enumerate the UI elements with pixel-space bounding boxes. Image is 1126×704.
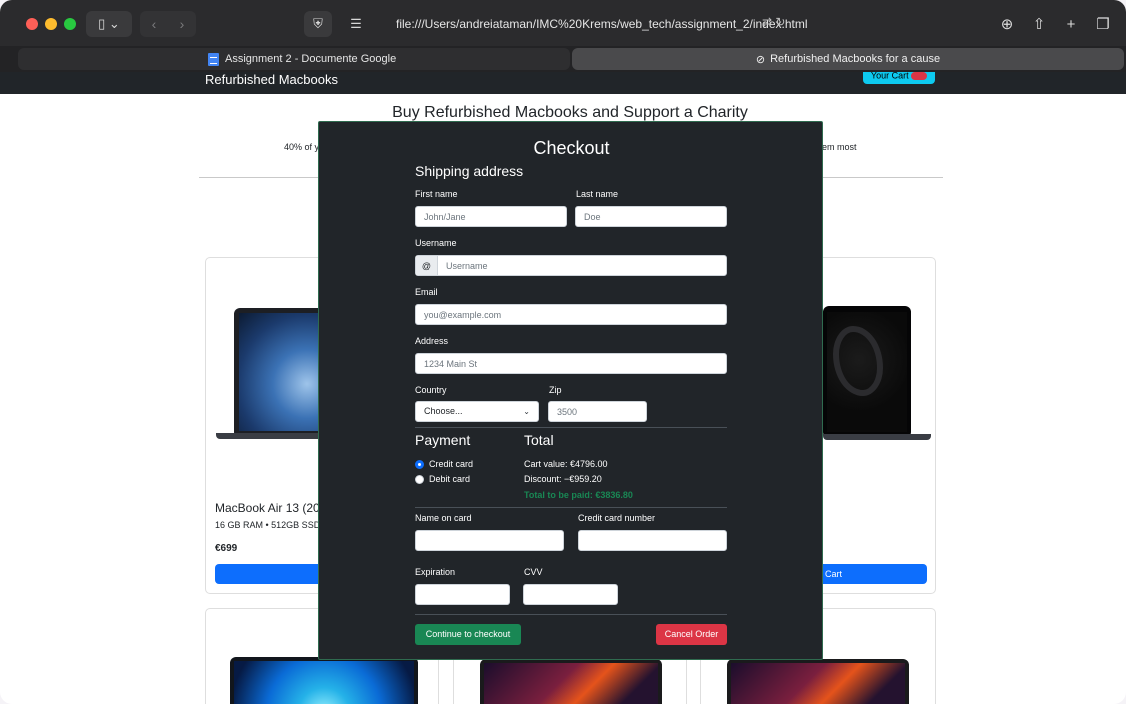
email-label: Email bbox=[415, 287, 438, 297]
lead-text-right: em most bbox=[822, 142, 857, 152]
last-name-field[interactable] bbox=[575, 206, 727, 227]
forward-icon[interactable]: › bbox=[168, 16, 196, 32]
cart-value: Cart value: €4796.00 bbox=[524, 459, 608, 469]
country-label: Country bbox=[415, 385, 447, 395]
debit-card-option[interactable]: Debit card bbox=[415, 474, 470, 484]
name-on-card-label: Name on card bbox=[415, 513, 472, 523]
expiration-field[interactable] bbox=[415, 584, 510, 605]
reload-icon[interactable]: ↻ bbox=[775, 15, 785, 29]
divider bbox=[415, 614, 727, 615]
browser-toolbar: ▯ ⌄ ‹ › ⛨ ☰ file:///Users/andreiataman/I… bbox=[0, 0, 1126, 46]
google-docs-icon bbox=[208, 52, 219, 66]
tab-label: Assignment 2 - Documente Google bbox=[225, 53, 397, 65]
address-field[interactable] bbox=[415, 353, 727, 374]
product-image bbox=[823, 306, 911, 438]
username-label: Username bbox=[415, 238, 457, 248]
address-bar[interactable]: file:///Users/andreiataman/IMC%20Krems/w… bbox=[396, 17, 808, 31]
cart-count-badge bbox=[911, 72, 928, 80]
cancel-order-button[interactable]: Cancel Order bbox=[656, 624, 727, 645]
product-image bbox=[234, 308, 324, 438]
site-brand[interactable]: Refurbished Macbooks bbox=[205, 72, 338, 87]
tab-google-docs[interactable]: Assignment 2 - Documente Google bbox=[18, 48, 570, 70]
radio-unselected[interactable] bbox=[415, 474, 424, 484]
divider bbox=[415, 427, 727, 428]
last-name-label: Last name bbox=[576, 189, 619, 199]
compass-icon: ⊘ bbox=[755, 53, 766, 66]
credit-card-option[interactable]: Credit card bbox=[415, 459, 473, 469]
tab-overview-icon[interactable]: ❐ bbox=[1092, 13, 1114, 35]
download-icon[interactable]: ⊕ bbox=[996, 13, 1018, 35]
translate-button[interactable]: ⛨ bbox=[304, 11, 332, 37]
discount-value: Discount: −€959.20 bbox=[524, 474, 602, 484]
first-name-label: First name bbox=[415, 189, 458, 199]
cart-label: Your Cart bbox=[870, 72, 909, 81]
page-title: Buy Refurbished Macbooks and Support a C… bbox=[392, 104, 748, 121]
product-image bbox=[727, 659, 909, 704]
continue-to-checkout-button[interactable]: Continue to checkout bbox=[415, 624, 521, 645]
page-menu-button[interactable]: ☰ bbox=[342, 11, 370, 37]
card-number-label: Credit card number bbox=[578, 513, 656, 523]
navigation-buttons: ‹ › bbox=[140, 11, 196, 37]
country-selected: Choose... bbox=[424, 406, 463, 416]
product-title: MacBook Air 13 (20 bbox=[215, 501, 320, 515]
zoom-window-button[interactable] bbox=[64, 18, 76, 30]
debit-card-label: Debit card bbox=[429, 474, 471, 484]
shipping-heading: Shipping address bbox=[415, 163, 524, 179]
at-sign-addon: @ bbox=[416, 256, 438, 275]
card-number-field[interactable] bbox=[578, 530, 727, 551]
tab-active[interactable]: ⊘ Refurbished Macbooks for a cause bbox=[572, 48, 1124, 70]
share-icon[interactable]: ⇧ bbox=[1028, 13, 1050, 35]
email-field[interactable] bbox=[415, 304, 727, 325]
toolbar-right: ⊕ ⇧ + ❐ bbox=[996, 13, 1114, 35]
total-heading: Total bbox=[524, 432, 554, 448]
close-window-button[interactable] bbox=[26, 18, 38, 30]
radio-selected[interactable] bbox=[415, 459, 424, 469]
product-image bbox=[230, 657, 418, 704]
product-price: €699 bbox=[215, 543, 238, 554]
country-select[interactable]: Choose... ⌄ bbox=[415, 401, 539, 422]
first-name-field[interactable] bbox=[415, 206, 567, 227]
zip-label: Zip bbox=[549, 385, 562, 395]
username-field[interactable] bbox=[438, 256, 726, 275]
back-icon[interactable]: ‹ bbox=[140, 16, 168, 32]
divider bbox=[415, 507, 727, 508]
sidebar-toggle-button[interactable]: ▯ ⌄ bbox=[86, 11, 132, 37]
modal-title: Checkout bbox=[533, 138, 610, 158]
zip-field[interactable] bbox=[548, 401, 647, 422]
site-navbar: Refurbished Macbooks Your Cart bbox=[0, 72, 1126, 94]
lead-text-left: 40% of y bbox=[284, 142, 320, 152]
chevron-down-icon: ⌄ bbox=[523, 407, 530, 416]
credit-card-label: Credit card bbox=[429, 459, 474, 469]
checkout-modal: Checkout Shipping address First name Las… bbox=[318, 121, 823, 660]
product-image bbox=[480, 659, 662, 704]
translate-page-icon[interactable]: ⇄ bbox=[762, 15, 772, 29]
name-on-card-field[interactable] bbox=[415, 530, 564, 551]
payment-heading: Payment bbox=[415, 432, 471, 448]
new-tab-icon[interactable]: + bbox=[1060, 13, 1082, 35]
address-label: Address bbox=[415, 336, 449, 346]
sidebar-icon: ▯ ⌄ bbox=[98, 16, 120, 31]
page-menu-icon: ☰ bbox=[350, 16, 362, 31]
browser-window: ▯ ⌄ ‹ › ⛨ ☰ file:///Users/andreiataman/I… bbox=[0, 0, 1126, 704]
tab-label: Refurbished Macbooks for a cause bbox=[770, 53, 941, 65]
translate-icon: ⛨ bbox=[313, 16, 323, 31]
minimize-window-button[interactable] bbox=[45, 18, 57, 30]
laptop-base bbox=[823, 434, 931, 440]
laptop-base bbox=[216, 433, 326, 439]
tab-bar: Assignment 2 - Documente Google ⊘ Refurb… bbox=[0, 46, 1126, 72]
expiration-label: Expiration bbox=[415, 567, 456, 577]
address-bar-actions: ⇄ ↻ bbox=[762, 15, 785, 29]
cvv-field[interactable] bbox=[523, 584, 618, 605]
username-input-group: @ bbox=[415, 255, 727, 276]
total-to-pay: Total to be paid: €3836.80 bbox=[524, 490, 633, 500]
cart-button[interactable]: Your Cart bbox=[863, 72, 935, 84]
product-specs: 16 GB RAM • 512GB SSD bbox=[215, 520, 321, 530]
cvv-label: CVV bbox=[524, 567, 543, 577]
